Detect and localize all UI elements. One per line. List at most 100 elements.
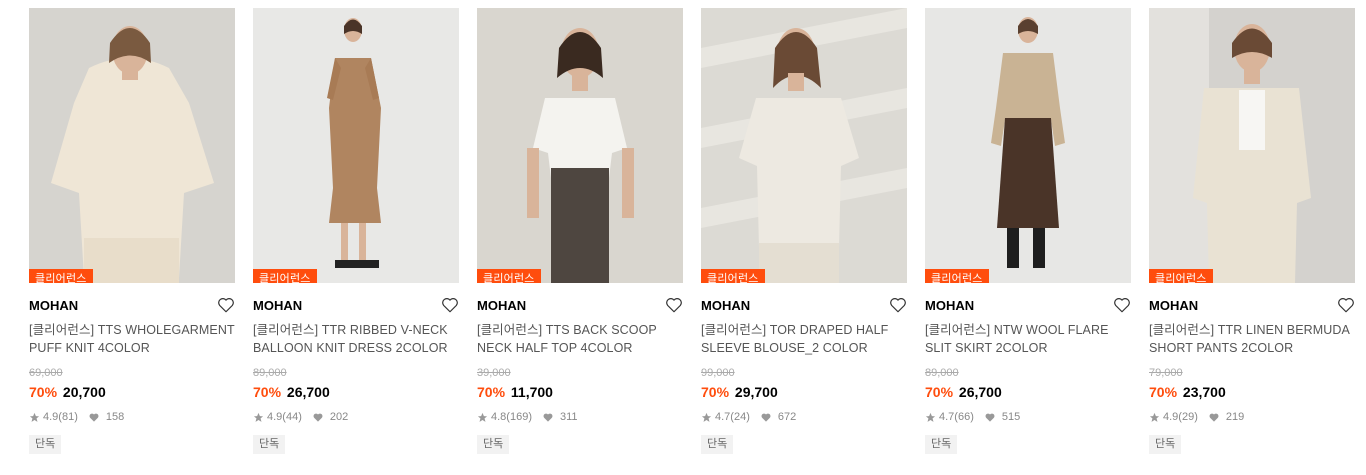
product-image[interactable]: 클리어런스: [925, 8, 1131, 283]
like-count: 202: [329, 411, 349, 423]
product-card[interactable]: 클리어런스 MOHAN [클리어런스] TTS BACK SCOOP NECK …: [477, 8, 683, 454]
rating: 4.9: [43, 411, 59, 423]
exclusive-tag: 단독: [477, 435, 510, 454]
rating: 4.7: [939, 411, 955, 423]
exclusive-tag: 단독: [253, 435, 286, 454]
product-photo: [1149, 8, 1355, 283]
review-count: (44): [282, 411, 302, 423]
heart-filled-icon: [313, 413, 323, 422]
heart-outline-icon[interactable]: [217, 296, 235, 314]
review-count: (66): [954, 411, 974, 423]
original-price: 39,000: [477, 367, 511, 379]
product-name[interactable]: [클리어런스] TTR RIBBED V-NECK BALLOON KNIT D…: [253, 321, 459, 359]
star-icon: [253, 412, 264, 422]
clearance-badge: 클리어런스: [1149, 269, 1213, 283]
heart-filled-icon: [543, 413, 553, 422]
review-count: (29): [1178, 411, 1198, 423]
clearance-badge: 클리어런스: [29, 269, 93, 283]
heart-outline-icon[interactable]: [1337, 296, 1355, 314]
discount-rate: 70%: [1149, 384, 1178, 400]
like-count: 311: [559, 411, 578, 423]
sale-price: 26,700: [958, 384, 1002, 400]
product-photo: [477, 8, 683, 283]
original-price: 79,000: [1149, 367, 1183, 379]
clearance-badge: 클리어런스: [925, 269, 989, 283]
product-card[interactable]: 클리어런스 MOHAN [클리어런스] TTR RIBBED V-NECK BA…: [253, 8, 459, 454]
product-meta: 4.8 (169) 311: [477, 410, 683, 424]
heart-outline-icon[interactable]: [441, 296, 459, 314]
product-grid: 클리어런스 MOHAN [클리어런스] TTS WHOLEGARMENT PUF…: [0, 0, 1366, 475]
sale-price: 23,700: [1182, 384, 1226, 400]
discount-rate: 70%: [29, 384, 58, 400]
product-meta: 4.9 (81) 158: [29, 410, 235, 424]
star-icon: [925, 412, 936, 422]
exclusive-tag: 단독: [29, 435, 62, 454]
sale-price: 26,700: [286, 384, 330, 400]
original-price: 69,000: [29, 367, 63, 379]
star-icon: [477, 412, 488, 422]
star-icon: [701, 412, 712, 422]
product-card[interactable]: 클리어런스 MOHAN [클리어런스] TTS WHOLEGARMENT PUF…: [29, 8, 235, 454]
product-photo: [925, 8, 1131, 283]
star-icon: [29, 412, 40, 422]
product-image[interactable]: 클리어런스: [1149, 8, 1355, 283]
brand-name[interactable]: MOHAN: [1149, 297, 1355, 315]
exclusive-tag: 단독: [925, 435, 958, 454]
sale-price: 29,700: [734, 384, 778, 400]
brand-name[interactable]: MOHAN: [701, 297, 907, 315]
original-price: 89,000: [925, 367, 959, 379]
product-name[interactable]: [클리어런스] TOR DRAPED HALF SLEEVE BLOUSE_2 …: [701, 321, 907, 359]
heart-filled-icon: [761, 413, 771, 422]
price-row: 70% 11,700: [477, 383, 683, 401]
product-name[interactable]: [클리어런스] TTS WHOLEGARMENT PUFF KNIT 4COLO…: [29, 321, 235, 359]
heart-filled-icon: [985, 413, 995, 422]
product-name[interactable]: [클리어런스] TTS BACK SCOOP NECK HALF TOP 4CO…: [477, 321, 683, 359]
clearance-badge: 클리어런스: [253, 269, 317, 283]
sale-price: 20,700: [62, 384, 106, 400]
discount-rate: 70%: [925, 384, 954, 400]
star-icon: [1149, 412, 1160, 422]
product-card[interactable]: 클리어런스 MOHAN [클리어런스] TTR LINEN BERMUDA SH…: [1149, 8, 1355, 454]
price-row: 70% 26,700: [925, 383, 1131, 401]
brand-name[interactable]: MOHAN: [477, 297, 683, 315]
product-image[interactable]: 클리어런스: [701, 8, 907, 283]
exclusive-tag: 단독: [701, 435, 734, 454]
product-image[interactable]: 클리어런스: [29, 8, 235, 283]
rating: 4.9: [1163, 411, 1179, 423]
heart-outline-icon[interactable]: [889, 296, 907, 314]
rating: 4.7: [715, 411, 731, 423]
exclusive-tag: 단독: [1149, 435, 1182, 454]
heart-outline-icon[interactable]: [665, 296, 683, 314]
product-card[interactable]: 클리어런스 MOHAN [클리어런스] NTW WOOL FLARE SLIT …: [925, 8, 1131, 454]
brand-name[interactable]: MOHAN: [253, 297, 459, 315]
product-meta: 4.9 (29) 219: [1149, 410, 1355, 424]
price-row: 70% 26,700: [253, 383, 459, 401]
review-count: (169): [506, 411, 532, 423]
product-meta: 4.9 (44) 202: [253, 410, 459, 424]
brand-name[interactable]: MOHAN: [29, 297, 235, 315]
heart-filled-icon: [89, 413, 99, 422]
like-count: 672: [777, 411, 797, 423]
like-count: 515: [1001, 411, 1021, 423]
product-image[interactable]: 클리어런스: [477, 8, 683, 283]
product-image[interactable]: 클리어런스: [253, 8, 459, 283]
price-row: 70% 23,700: [1149, 383, 1355, 401]
product-meta: 4.7 (66) 515: [925, 410, 1131, 424]
product-photo: [701, 8, 907, 283]
discount-rate: 70%: [253, 384, 282, 400]
rating: 4.9: [267, 411, 283, 423]
like-count: 158: [105, 411, 125, 423]
price-row: 70% 29,700: [701, 383, 907, 401]
rating: 4.8: [491, 411, 507, 423]
brand-name[interactable]: MOHAN: [925, 297, 1131, 315]
product-name[interactable]: [클리어런스] NTW WOOL FLARE SLIT SKIRT 2COLOR: [925, 321, 1131, 359]
heart-filled-icon: [1209, 413, 1219, 422]
product-name[interactable]: [클리어런스] TTR LINEN BERMUDA SHORT PANTS 2C…: [1149, 321, 1355, 359]
clearance-badge: 클리어런스: [477, 269, 541, 283]
discount-rate: 70%: [701, 384, 730, 400]
discount-rate: 70%: [477, 384, 506, 400]
clearance-badge: 클리어런스: [701, 269, 765, 283]
original-price: 89,000: [253, 367, 287, 379]
heart-outline-icon[interactable]: [1113, 296, 1131, 314]
product-card[interactable]: 클리어런스 MOHAN [클리어런스] TOR DRAPED HALF SLEE…: [701, 8, 907, 454]
